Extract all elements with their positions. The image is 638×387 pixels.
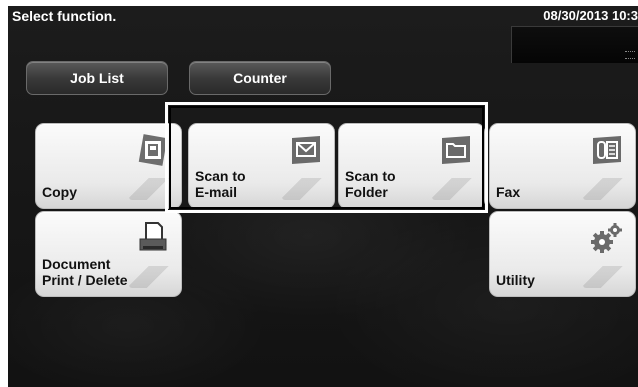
counter-button[interactable]: Counter bbox=[189, 61, 331, 95]
header-bar: Select function. 08/30/2013 10:3 bbox=[8, 6, 638, 63]
document-watermark-icon bbox=[129, 266, 173, 288]
utility-watermark-icon bbox=[583, 266, 627, 288]
date-time: 08/30/2013 10:3 bbox=[543, 8, 638, 23]
gear-icon bbox=[591, 223, 622, 253]
utility-label: Utility bbox=[496, 272, 535, 288]
copy-button[interactable]: Copy bbox=[35, 123, 182, 209]
fax-watermark-icon bbox=[583, 178, 627, 200]
utility-button[interactable]: Utility bbox=[489, 211, 636, 297]
copy-label: Copy bbox=[42, 184, 77, 200]
fax-label: Fax bbox=[496, 184, 521, 200]
job-list-button[interactable]: Job List bbox=[26, 61, 168, 95]
instruction-text: Select function. bbox=[12, 8, 117, 24]
document-print-delete-button[interactable]: Document Print / Delete bbox=[35, 211, 182, 297]
status-panel[interactable] bbox=[511, 26, 638, 63]
document-print-delete-label: Document Print / Delete bbox=[42, 256, 128, 288]
fax-button[interactable]: Fax bbox=[489, 123, 636, 209]
selection-highlight-inner bbox=[169, 106, 484, 209]
fax-icon bbox=[593, 136, 621, 164]
printer-icon bbox=[139, 222, 167, 251]
status-indicator-icon bbox=[625, 51, 635, 59]
